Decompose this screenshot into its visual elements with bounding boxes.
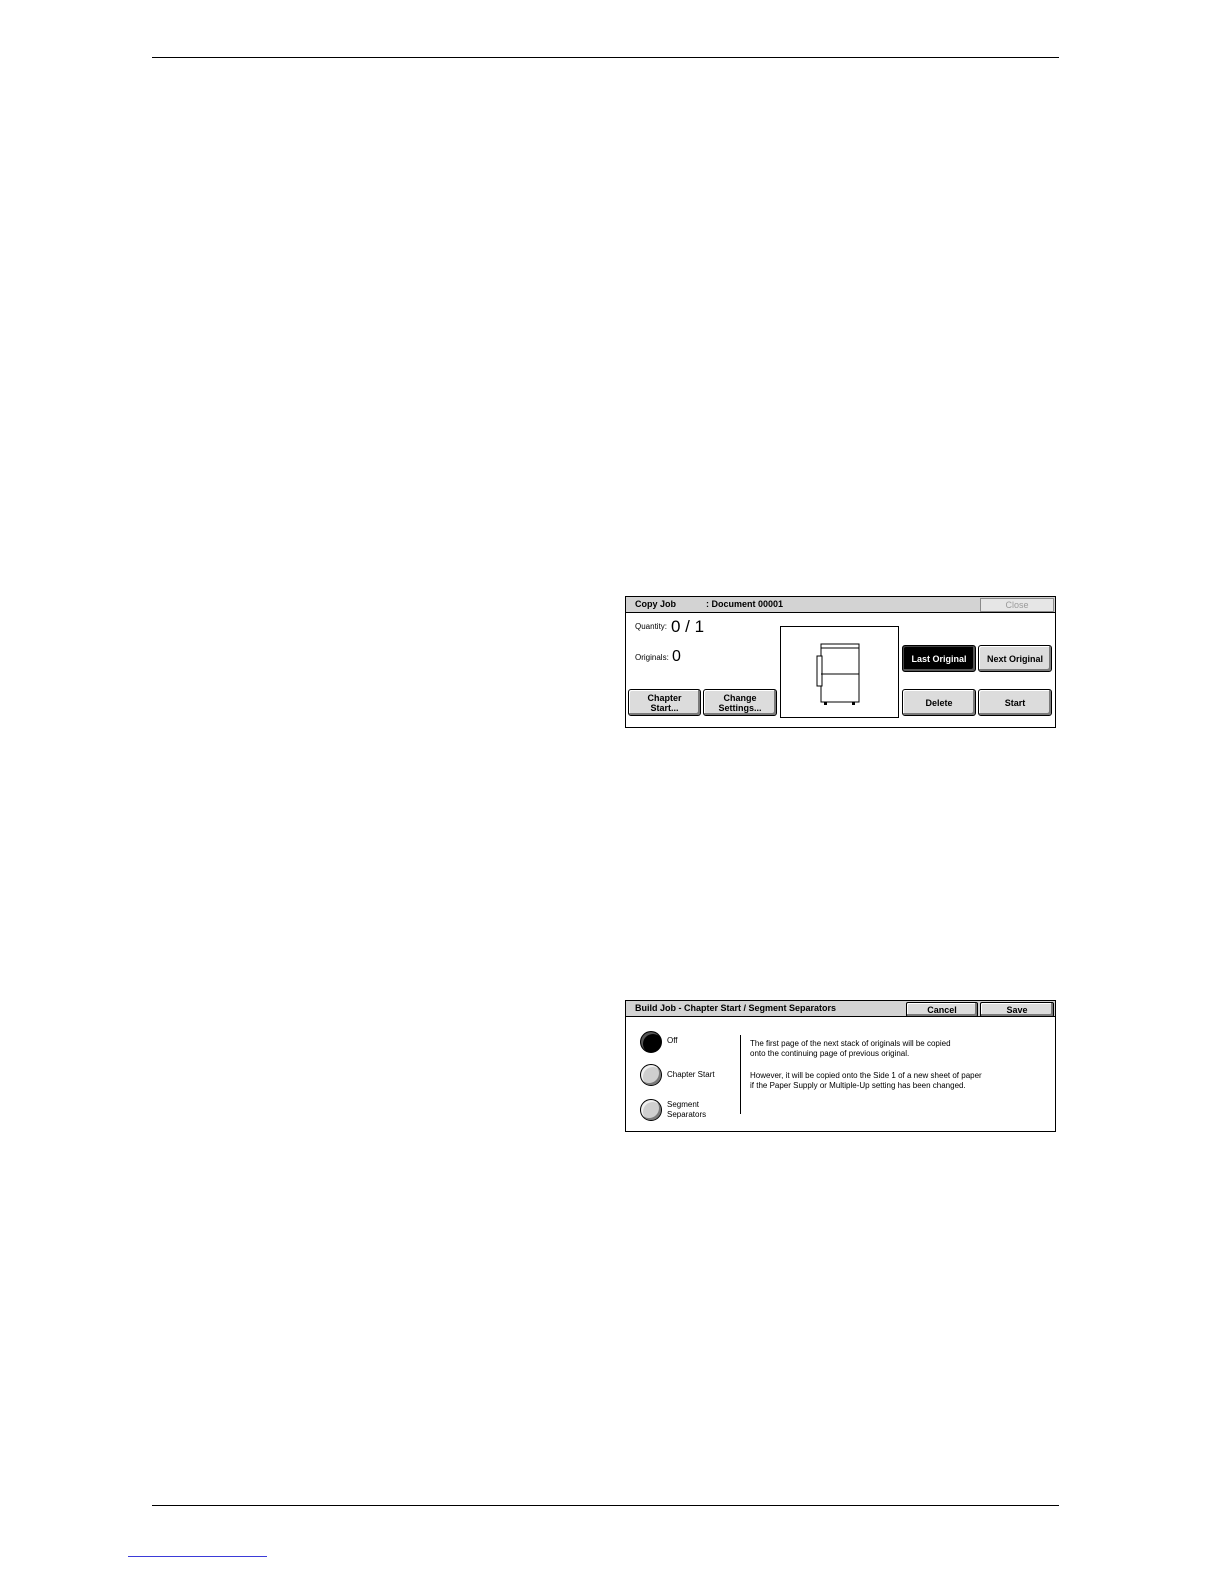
radio-option-chapter-start[interactable]: Chapter Start — [640, 1064, 740, 1088]
option-description: The first page of the next stack of orig… — [750, 1039, 982, 1091]
description-line: if the Paper Supply or Multiple-Up setti… — [750, 1081, 966, 1090]
description-line: However, it will be copied onto the Side… — [750, 1071, 982, 1080]
radio-off-label: Off — [667, 1036, 678, 1045]
copy-job-panel: Copy Job : Document 00001 Close Quantity… — [625, 596, 1056, 728]
header-rule — [152, 57, 1059, 58]
footer-rule — [152, 1505, 1059, 1506]
close-button[interactable]: Close — [980, 598, 1054, 612]
radio-option-segment-separators[interactable]: Segment Separators — [640, 1099, 740, 1125]
change-settings-button[interactable]: Change Settings... — [703, 689, 777, 716]
description-line: onto the continuing page of previous ori… — [750, 1049, 910, 1058]
radio-segment-separators-label: Segment Separators — [667, 1100, 707, 1119]
document-name: : Document 00001 — [706, 599, 784, 609]
radio-off-indicator[interactable] — [640, 1031, 662, 1053]
radio-segment-separators-indicator[interactable] — [640, 1099, 662, 1121]
vertical-divider — [740, 1035, 741, 1114]
chapter-start-button[interactable]: Chapter Start... — [628, 689, 701, 716]
radio-option-off[interactable]: Off — [640, 1031, 740, 1055]
save-button[interactable]: Save — [980, 1002, 1054, 1017]
footer-link-underline — [128, 1556, 267, 1557]
build-job-title: Build Job - Chapter Start / Segment Sepa… — [635, 1003, 837, 1013]
chapter-start-label: Chapter Start... — [647, 692, 682, 713]
quantity-value: 0 / 1 — [671, 617, 705, 636]
change-settings-label: Change Settings... — [718, 692, 762, 713]
radio-chapter-start-indicator[interactable] — [640, 1064, 662, 1086]
originals-label: Originals: — [635, 653, 669, 662]
description-line: The first page of the next stack of orig… — [750, 1039, 951, 1048]
copy-job-title: Copy Job — [635, 599, 677, 609]
copier-icon — [816, 643, 860, 705]
start-button[interactable]: Start — [978, 689, 1052, 716]
delete-button[interactable]: Delete — [902, 689, 976, 716]
last-original-button[interactable]: Last Original — [902, 645, 976, 672]
next-original-button[interactable]: Next Original — [978, 645, 1052, 672]
machine-image — [780, 626, 899, 718]
radio-chapter-start-label: Chapter Start — [667, 1070, 715, 1079]
quantity-label: Quantity: — [635, 622, 668, 631]
cancel-button[interactable]: Cancel — [906, 1002, 978, 1017]
build-job-panel: Build Job - Chapter Start / Segment Sepa… — [625, 1000, 1056, 1132]
originals-value: 0 — [672, 648, 681, 665]
